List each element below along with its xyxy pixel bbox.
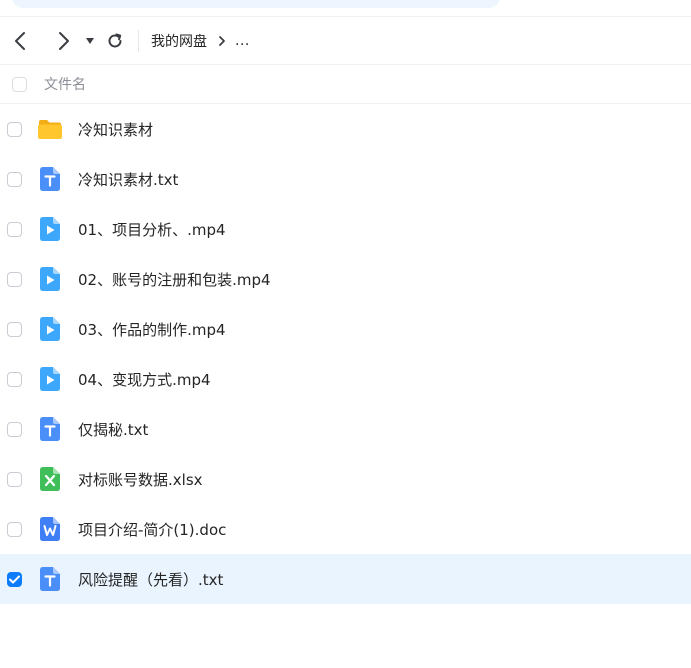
breadcrumb-root[interactable]: 我的网盘 bbox=[151, 31, 207, 51]
file-type-icon bbox=[37, 116, 63, 142]
forward-button[interactable] bbox=[46, 24, 80, 58]
file-name[interactable]: 03、作品的制作.mp4 bbox=[78, 319, 226, 340]
file-name[interactable]: 01、项目分析、.mp4 bbox=[78, 219, 226, 240]
txt-file-icon bbox=[40, 167, 60, 191]
navigation-bar: 我的网盘 ... bbox=[0, 17, 691, 65]
file-checkbox[interactable] bbox=[7, 471, 22, 487]
file-row[interactable]: 02、账号的注册和包装.mp4 bbox=[0, 254, 691, 304]
file-type-icon bbox=[37, 466, 63, 492]
breadcrumb-separator bbox=[217, 35, 227, 47]
file-checkbox[interactable] bbox=[7, 121, 22, 137]
file-row[interactable]: 风险提醒（先看）.txt bbox=[0, 554, 691, 604]
file-checkbox[interactable] bbox=[7, 521, 22, 537]
column-header-filename[interactable]: 文件名 bbox=[44, 74, 86, 94]
file-type-icon bbox=[37, 266, 63, 292]
top-search-area bbox=[0, 0, 691, 17]
file-row[interactable]: 对标账号数据.xlsx bbox=[0, 454, 691, 504]
file-row[interactable]: 仅揭秘.txt bbox=[0, 404, 691, 454]
video-file-icon bbox=[40, 317, 60, 341]
file-name[interactable]: 冷知识素材 bbox=[78, 119, 153, 140]
search-bar-edge[interactable] bbox=[12, 0, 500, 8]
chevron-right-icon bbox=[219, 35, 225, 46]
nav-divider bbox=[138, 29, 139, 52]
refresh-icon bbox=[108, 33, 122, 47]
file-row[interactable]: 03、作品的制作.mp4 bbox=[0, 304, 691, 354]
file-type-icon bbox=[37, 316, 63, 342]
back-button[interactable] bbox=[4, 24, 38, 58]
file-row[interactable]: 项目介绍-简介(1).doc bbox=[0, 504, 691, 554]
file-type-icon bbox=[37, 416, 63, 442]
caret-down-icon bbox=[86, 37, 94, 44]
file-name[interactable]: 冷知识素材.txt bbox=[78, 169, 178, 190]
file-name[interactable]: 风险提醒（先看）.txt bbox=[78, 569, 223, 590]
file-checkbox[interactable] bbox=[7, 271, 22, 287]
file-checkbox[interactable] bbox=[7, 321, 22, 337]
check-icon bbox=[9, 575, 20, 583]
chevron-right-icon bbox=[59, 31, 69, 50]
file-name[interactable]: 02、账号的注册和包装.mp4 bbox=[78, 269, 271, 290]
txt-file-icon bbox=[40, 417, 60, 441]
video-file-icon bbox=[40, 267, 60, 291]
folder-icon bbox=[38, 120, 62, 139]
file-checkbox[interactable] bbox=[7, 221, 22, 237]
breadcrumb-more[interactable]: ... bbox=[235, 33, 250, 49]
file-type-icon bbox=[37, 366, 63, 392]
file-type-icon bbox=[37, 166, 63, 192]
file-row[interactable]: 01、项目分析、.mp4 bbox=[0, 204, 691, 254]
word-file-icon bbox=[40, 517, 60, 541]
file-checkbox[interactable] bbox=[7, 171, 22, 187]
video-file-icon bbox=[40, 367, 60, 391]
file-type-icon bbox=[37, 516, 63, 542]
chevron-left-icon bbox=[15, 31, 25, 50]
file-type-icon bbox=[37, 566, 63, 592]
history-dropdown-button[interactable] bbox=[80, 24, 100, 58]
file-checkbox[interactable] bbox=[7, 571, 22, 587]
file-row[interactable]: 04、变现方式.mp4 bbox=[0, 354, 691, 404]
file-row[interactable]: 冷知识素材 bbox=[0, 104, 691, 154]
file-list: 冷知识素材冷知识素材.txt 01、项目分析、.mp4 02、账号的注册和包装.mp… bbox=[0, 104, 691, 604]
excel-file-icon bbox=[40, 467, 60, 491]
file-name[interactable]: 对标账号数据.xlsx bbox=[78, 469, 203, 490]
file-row[interactable]: 冷知识素材.txt bbox=[0, 154, 691, 204]
select-all-checkbox[interactable] bbox=[12, 76, 27, 92]
file-checkbox[interactable] bbox=[7, 371, 22, 387]
refresh-button[interactable] bbox=[100, 24, 130, 58]
file-name[interactable]: 项目介绍-简介(1).doc bbox=[78, 519, 226, 540]
video-file-icon bbox=[40, 217, 60, 241]
file-checkbox[interactable] bbox=[7, 421, 22, 437]
txt-file-icon bbox=[40, 567, 60, 591]
file-name[interactable]: 仅揭秘.txt bbox=[78, 419, 148, 440]
list-header: 文件名 bbox=[0, 65, 691, 104]
file-type-icon bbox=[37, 216, 63, 242]
file-name[interactable]: 04、变现方式.mp4 bbox=[78, 369, 211, 390]
